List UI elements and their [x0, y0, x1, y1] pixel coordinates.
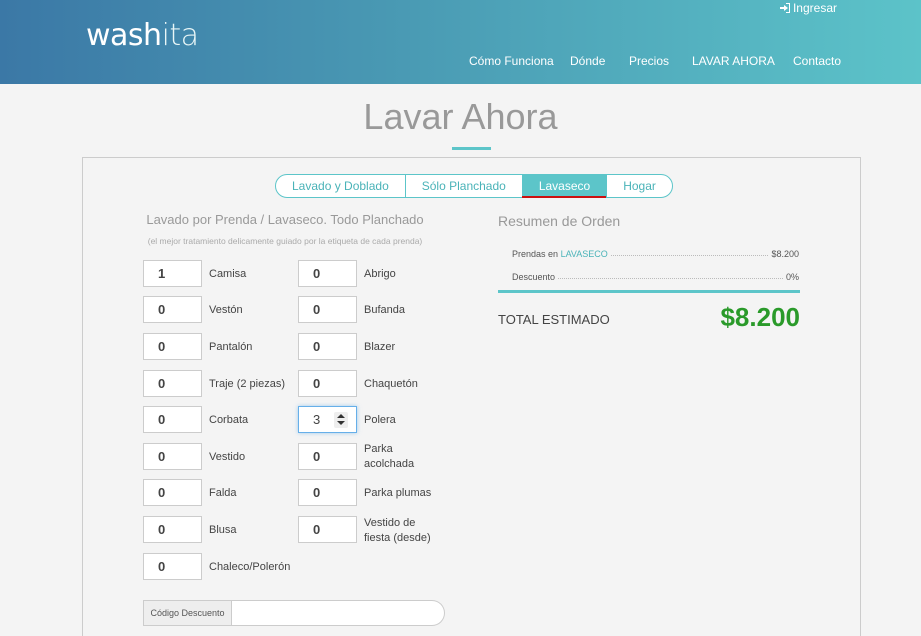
label-blusa: Blusa — [209, 524, 237, 536]
label-parka-acolchada: Parka acolchada — [364, 443, 415, 470]
page-title: Lavar Ahora — [363, 96, 558, 137]
summary-divider — [498, 290, 800, 293]
label-parka-plumas: Parka plumas — [364, 487, 432, 499]
qty-vestido-fiesta[interactable]: 0 — [298, 516, 357, 543]
summary-title: Resumen de Orden — [498, 213, 621, 229]
total-value: $8.200 — [720, 302, 800, 332]
qty-falda[interactable]: 0 — [143, 479, 202, 506]
label-chaqueton: Chaquetón — [364, 378, 418, 390]
qty-chaqueton[interactable]: 0 — [298, 370, 357, 397]
label-falda: Falda — [209, 487, 237, 499]
qty-vestido[interactable]: 0 — [143, 443, 202, 470]
nav-lavar-ahora[interactable]: LAVAR AHORA — [692, 54, 775, 68]
service-tabs: Lavado y Doblado Sólo Planchado Lavaseco… — [275, 174, 673, 198]
discount-label: Código Descuento — [143, 600, 232, 626]
summary-items-value: $8.200 — [771, 249, 799, 259]
logo-bold: wash — [86, 18, 162, 53]
label-traje: Traje (2 piezas) — [209, 378, 286, 390]
items-title: Lavado por Prenda / Lavaseco. Todo Planc… — [146, 212, 424, 227]
summary-service-name: LAVASECO — [560, 249, 608, 259]
summary-discount-label: Descuento — [512, 272, 556, 282]
login-link[interactable]: Ingresar — [779, 1, 837, 15]
washita-logo[interactable]: washita — [86, 18, 199, 53]
qty-corbata[interactable]: 0 — [143, 406, 202, 433]
label-bufanda: Bufanda — [364, 304, 405, 316]
label-abrigo: Abrigo — [364, 268, 396, 280]
tab-lavado-doblado[interactable]: Lavado y Doblado — [276, 175, 406, 197]
label-corbata: Corbata — [209, 414, 249, 426]
qty-veston[interactable]: 0 — [143, 296, 202, 323]
nav-como-funciona[interactable]: Cómo Funciona — [469, 54, 554, 68]
qty-bufanda[interactable]: 0 — [298, 296, 357, 323]
qty-blazer[interactable]: 0 — [298, 333, 357, 360]
qty-blusa[interactable]: 0 — [143, 516, 202, 543]
qty-traje[interactable]: 0 — [143, 370, 202, 397]
site-header: washita Ingresar Cómo Funciona Dónde Pre… — [0, 0, 921, 84]
dotted-leader — [558, 278, 783, 279]
active-tab-underline — [522, 196, 606, 198]
title-underline — [452, 147, 491, 150]
discount-group: Código Descuento — [143, 600, 445, 626]
summary-items-prefix: Prendas en — [512, 249, 559, 259]
tab-lavaseco[interactable]: Lavaseco — [522, 175, 608, 197]
label-vestido-fiesta: Vestido de fiesta (desde) — [364, 517, 431, 544]
qty-chaleco[interactable]: 0 — [143, 553, 202, 580]
summary-row-discount: Descuento 0% — [512, 268, 799, 282]
label-camisa: Camisa — [209, 268, 247, 280]
label-blazer: Blazer — [364, 341, 396, 353]
nav-donde[interactable]: Dónde — [570, 54, 605, 68]
sign-in-icon — [779, 3, 790, 13]
label-vestido: Vestido — [209, 451, 246, 463]
qty-polera[interactable]: 3 — [298, 406, 357, 433]
label-veston: Vestón — [209, 304, 243, 316]
tab-solo-planchado[interactable]: Sólo Planchado — [406, 175, 523, 197]
dotted-leader — [610, 255, 769, 256]
qty-camisa[interactable]: 1 — [143, 260, 202, 287]
nav-contacto[interactable]: Contacto — [793, 54, 841, 68]
tab-hogar[interactable]: Hogar — [607, 175, 672, 197]
items-subtitle: (el mejor tratamiento delicamente guiado… — [147, 236, 423, 246]
label-polera: Polera — [364, 414, 396, 426]
label-pantalon: Pantalón — [209, 341, 253, 353]
nav-precios[interactable]: Precios — [629, 54, 669, 68]
number-spinner-icon[interactable] — [334, 412, 348, 428]
total-label: TOTAL ESTIMADO — [498, 312, 610, 327]
qty-parka-plumas[interactable]: 0 — [298, 479, 357, 506]
summary-row-items: Prendas en LAVASECO $8.200 — [512, 245, 799, 259]
logo-light: ita — [161, 18, 199, 53]
qty-polera-value: 3 — [313, 412, 321, 427]
discount-code-input[interactable] — [232, 600, 445, 626]
label-chaleco: Chaleco/Polerón — [209, 561, 291, 573]
qty-abrigo[interactable]: 0 — [298, 260, 357, 287]
login-label: Ingresar — [792, 1, 837, 15]
summary-discount-value: 0% — [785, 272, 799, 282]
qty-pantalon[interactable]: 0 — [143, 333, 202, 360]
qty-parka-acolchada[interactable]: 0 — [298, 443, 357, 470]
